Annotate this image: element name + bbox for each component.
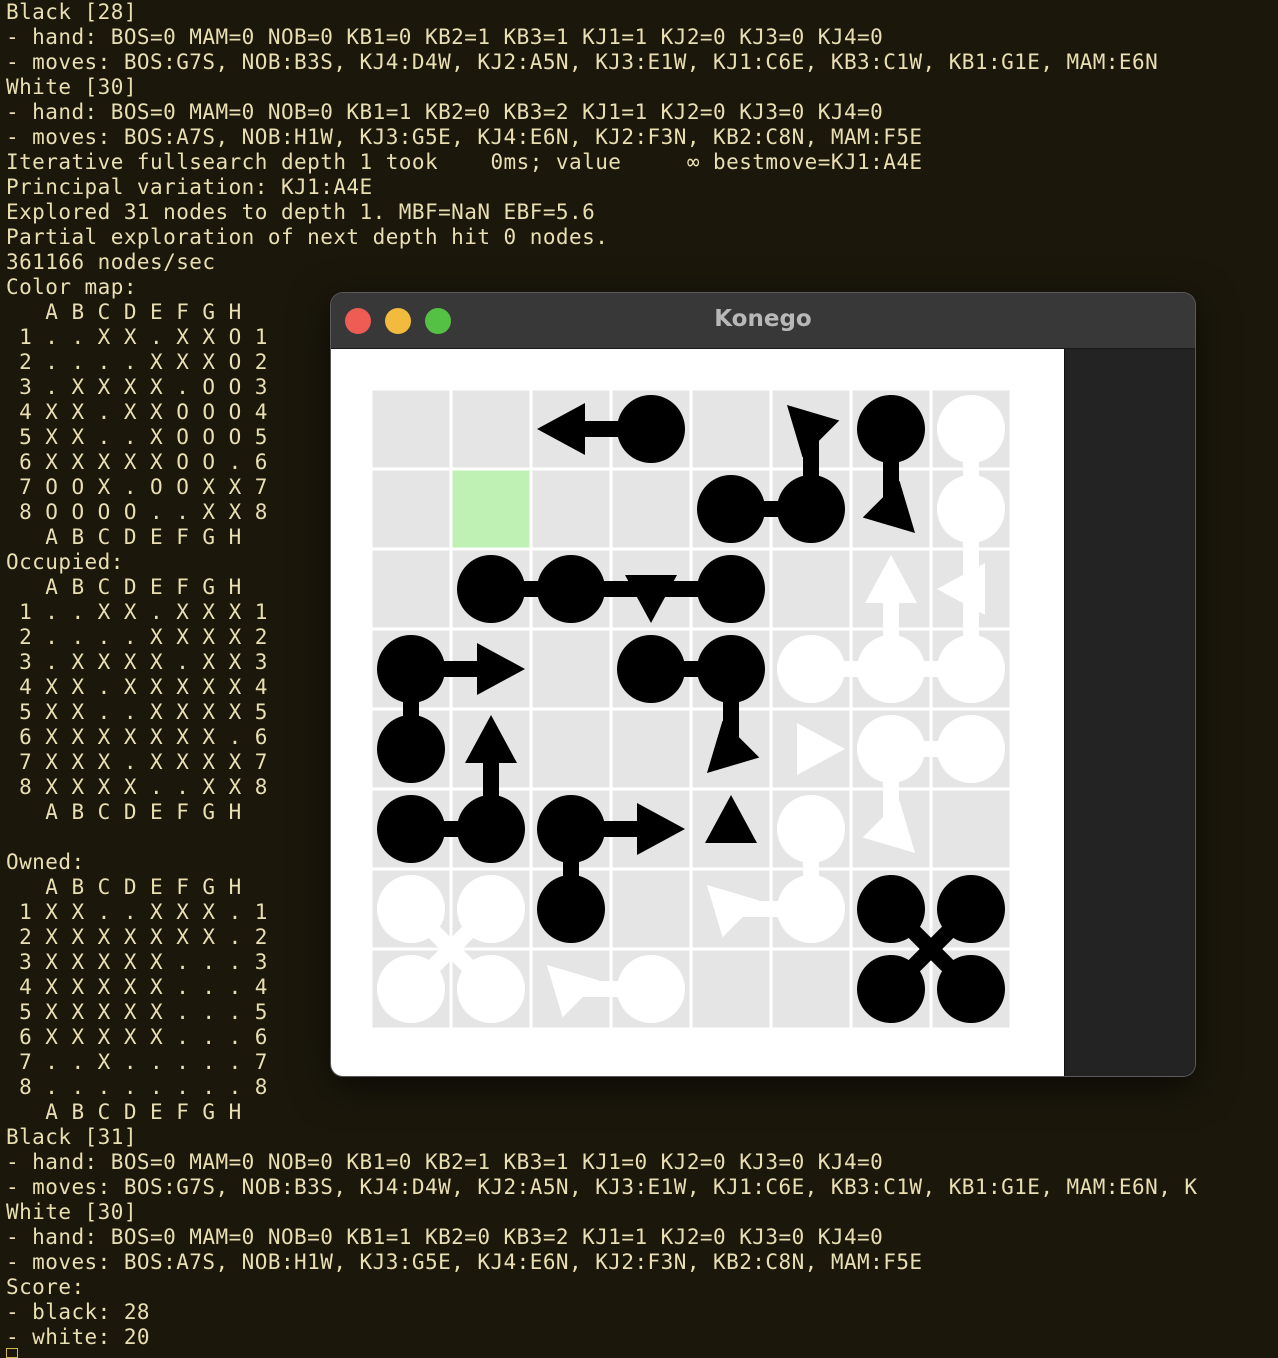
white-disc — [777, 875, 845, 943]
black-disc — [857, 875, 925, 943]
terminal-cursor — [6, 1348, 18, 1358]
terminal-line: A B C D E F G H — [6, 1100, 242, 1124]
board-cell[interactable] — [372, 550, 450, 628]
terminal-line: - moves: BOS:A7S, NOB:H1W, KJ3:G5E, KJ4:… — [6, 1250, 923, 1274]
black-disc — [777, 475, 845, 543]
white-disc — [377, 955, 445, 1023]
black-disc — [377, 715, 445, 783]
terminal-line: 8 . . . . . . . . 8 — [6, 1075, 268, 1099]
white-disc — [777, 635, 845, 703]
board-cell[interactable] — [532, 630, 610, 708]
black-disc — [377, 795, 445, 863]
highlighted-cell[interactable] — [452, 470, 530, 548]
terminal-line: - hand: BOS=0 MAM=0 NOB=0 KB1=0 KB2=1 KB… — [6, 25, 884, 49]
white-disc — [617, 955, 685, 1023]
black-disc — [457, 555, 525, 623]
white-disc — [857, 635, 925, 703]
black-disc — [617, 395, 685, 463]
white-disc — [937, 635, 1005, 703]
white-disc — [377, 875, 445, 943]
board-cell[interactable] — [532, 710, 610, 788]
board-cell[interactable] — [532, 470, 610, 548]
konego-window[interactable]: Konego — [331, 293, 1195, 1076]
terminal-line: Principal variation: KJ1:A4E — [6, 175, 373, 199]
terminal-line: - moves: BOS:G7S, NOB:B3S, KJ4:D4W, KJ2:… — [6, 50, 1159, 74]
board-svg[interactable] — [371, 389, 1011, 1029]
board-cell[interactable] — [452, 390, 530, 468]
board-cell[interactable] — [692, 390, 770, 468]
black-disc — [617, 635, 685, 703]
terminal-line: Black [31] — [6, 1125, 137, 1149]
terminal-line: - hand: BOS=0 MAM=0 NOB=0 KB1=0 KB2=1 KB… — [6, 1150, 884, 1174]
black-disc — [537, 795, 605, 863]
terminal-line: Iterative fullsearch depth 1 took 0ms; v… — [6, 150, 923, 174]
terminal-line: - white: 20 — [6, 1325, 151, 1349]
board-cell[interactable] — [932, 790, 1010, 868]
black-disc — [937, 875, 1005, 943]
black-disc — [697, 475, 765, 543]
black-disc — [697, 635, 765, 703]
terminal-line: Explored 31 nodes to depth 1. MBF=NaN EB… — [6, 200, 596, 224]
white-disc — [937, 715, 1005, 783]
terminal-line: Partial exploration of next depth hit 0 … — [6, 225, 609, 249]
board-cell[interactable] — [612, 470, 690, 548]
board-cell[interactable] — [372, 470, 450, 548]
board-cell[interactable] — [612, 710, 690, 788]
black-disc — [937, 955, 1005, 1023]
terminal-line: - moves: BOS:G7S, NOB:B3S, KJ4:D4W, KJ2:… — [6, 1175, 1198, 1199]
white-disc — [777, 795, 845, 863]
terminal-line: Black [28] — [6, 0, 137, 24]
board-area — [331, 349, 1064, 1076]
white-disc — [857, 715, 925, 783]
terminal-line: 361166 nodes/sec — [6, 250, 216, 274]
terminal-line: - black: 28 — [6, 1300, 151, 1324]
board-cell[interactable] — [612, 870, 690, 948]
black-disc — [537, 555, 605, 623]
white-disc — [937, 475, 1005, 543]
terminal-line: - hand: BOS=0 MAM=0 NOB=0 KB1=1 KB2=0 KB… — [6, 1225, 884, 1249]
black-disc — [857, 395, 925, 463]
terminal-line: Score: — [6, 1275, 85, 1299]
board-cell[interactable] — [692, 950, 770, 1028]
board-cell[interactable] — [772, 550, 850, 628]
white-disc — [457, 875, 525, 943]
terminal-line: - hand: BOS=0 MAM=0 NOB=0 KB1=1 KB2=0 KB… — [6, 100, 884, 124]
board-cell[interactable] — [372, 390, 450, 468]
terminal-line: White [30] — [6, 75, 137, 99]
white-disc — [937, 395, 1005, 463]
terminal-line: - moves: BOS:A7S, NOB:H1W, KJ3:G5E, KJ4:… — [6, 125, 923, 149]
side-panel — [1064, 349, 1195, 1076]
window-title: Konego — [714, 306, 812, 332]
black-disc — [377, 635, 445, 703]
game-board[interactable] — [371, 389, 1011, 1029]
title-bar[interactable]: Konego — [331, 293, 1195, 349]
white-disc — [457, 955, 525, 1023]
black-disc — [857, 955, 925, 1023]
black-disc — [697, 555, 765, 623]
terminal-line: White [30] — [6, 1200, 137, 1224]
board-cell[interactable] — [772, 950, 850, 1028]
black-disc — [457, 795, 525, 863]
black-disc — [537, 875, 605, 943]
